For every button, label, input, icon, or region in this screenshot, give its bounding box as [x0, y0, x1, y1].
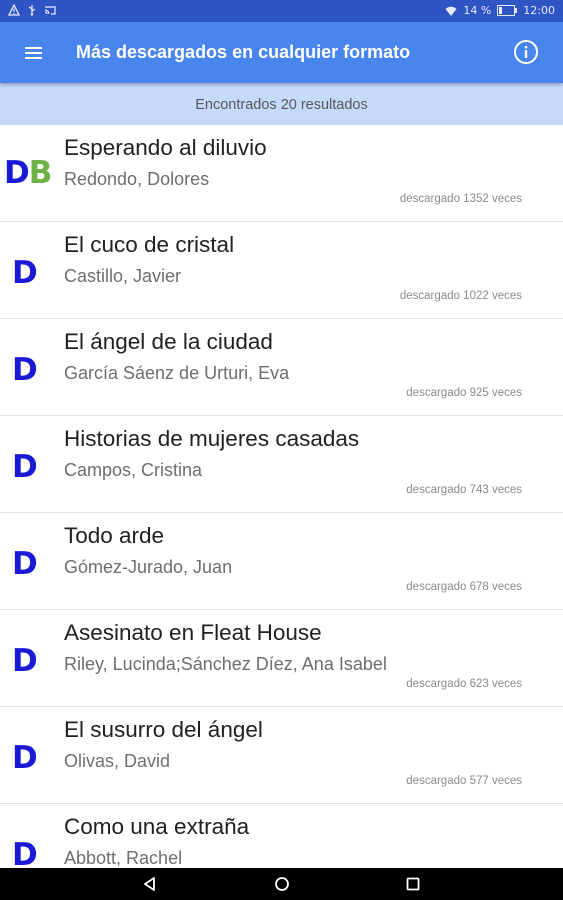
list-item[interactable]: D Todo arde Gómez-Jurado, Juan descargad…	[0, 513, 563, 610]
wifi-icon	[445, 6, 457, 16]
book-title: Asesinato en Fleat House	[64, 620, 322, 645]
book-title: El cuco de cristal	[64, 232, 235, 257]
download-count: descargado 743 veces	[406, 484, 522, 496]
format-d: D	[12, 740, 38, 776]
format-badge: D	[12, 837, 38, 868]
book-list[interactable]: DB Esperando al diluvio Redondo, Dolores…	[0, 125, 563, 868]
book-author: Olivas, David	[64, 751, 171, 771]
list-item[interactable]: DB Esperando al diluvio Redondo, Dolores…	[0, 125, 563, 222]
page-title: Más descargados en cualquier formato	[76, 42, 411, 62]
battery-icon	[497, 5, 518, 16]
format-d: D	[12, 546, 38, 582]
recents-icon[interactable]	[405, 876, 421, 892]
format-d: D	[12, 837, 38, 868]
format-badge: DB	[4, 155, 53, 191]
format-d: D	[12, 643, 38, 679]
format-badge: D	[12, 352, 38, 388]
book-title: El susurro del ángel	[64, 717, 263, 742]
hamburger-menu-icon	[25, 47, 42, 49]
format-badge: D	[12, 643, 38, 679]
download-count: descargado 925 veces	[406, 387, 522, 399]
download-count: descargado 1022 veces	[399, 290, 522, 302]
format-d: D	[4, 155, 30, 191]
book-title: El ángel de la ciudad	[64, 329, 273, 354]
list-item[interactable]: D El susurro del ángel Olivas, David des…	[0, 707, 563, 804]
format-d: D	[12, 255, 38, 291]
format-b: B	[28, 155, 53, 191]
book-title: Como una extraña	[64, 814, 250, 839]
book-author: Abbott, Rachel	[64, 848, 183, 868]
home-icon[interactable]	[274, 876, 290, 892]
navigation-bar	[0, 868, 563, 900]
format-badge: D	[12, 546, 38, 582]
battery-percent: 14 %	[463, 4, 492, 17]
warning-icon	[8, 4, 20, 16]
download-count: descargado 678 veces	[406, 581, 522, 593]
book-title: Historias de mujeres casadas	[64, 426, 360, 451]
format-badge: D	[12, 449, 38, 485]
usb-icon	[28, 5, 36, 16]
book-title: Todo arde	[64, 523, 165, 548]
book-author: Campos, Cristina	[64, 460, 203, 480]
clock: 12:00	[523, 4, 555, 17]
book-author: Riley, Lucinda;Sánchez Díez, Ana Isabel	[64, 654, 387, 674]
list-item[interactable]: D El cuco de cristal Castillo, Javier de…	[0, 222, 563, 319]
results-count: Encontrados 20 resultados	[0, 83, 563, 125]
info-icon[interactable]	[513, 39, 539, 65]
download-count: descargado 1352 veces	[399, 193, 522, 205]
book-author: Castillo, Javier	[64, 266, 182, 286]
format-badge: D	[12, 255, 38, 291]
list-item[interactable]: D Asesinato en Fleat House Riley, Lucind…	[0, 610, 563, 707]
book-author: Redondo, Dolores	[64, 169, 210, 189]
list-item[interactable]: D El ángel de la ciudad García Sáenz de …	[0, 319, 563, 416]
menu-button[interactable]	[20, 40, 46, 66]
download-count: descargado 623 veces	[406, 678, 522, 690]
book-author: Gómez-Jurado, Juan	[64, 557, 233, 577]
hamburger-line	[25, 52, 42, 54]
status-right: 14 % 12:00	[445, 4, 555, 17]
status-bar: 14 % 12:00	[0, 0, 563, 22]
hamburger-line	[25, 57, 42, 59]
book-title: Esperando al diluvio	[64, 135, 267, 160]
book-author: García Sáenz de Urturi, Eva	[64, 363, 290, 383]
cast-icon	[44, 6, 56, 15]
list-item[interactable]: D Historias de mujeres casadas Campos, C…	[0, 416, 563, 513]
format-d: D	[12, 352, 38, 388]
format-badge: D	[12, 740, 38, 776]
download-count: descargado 577 veces	[406, 775, 522, 787]
list-item[interactable]: D Como una extraña Abbott, Rachel	[0, 804, 563, 868]
back-icon[interactable]	[142, 876, 158, 892]
app-bar: Más descargados en cualquier formato	[0, 22, 563, 83]
format-d: D	[12, 449, 38, 485]
status-left-icons	[8, 4, 56, 16]
